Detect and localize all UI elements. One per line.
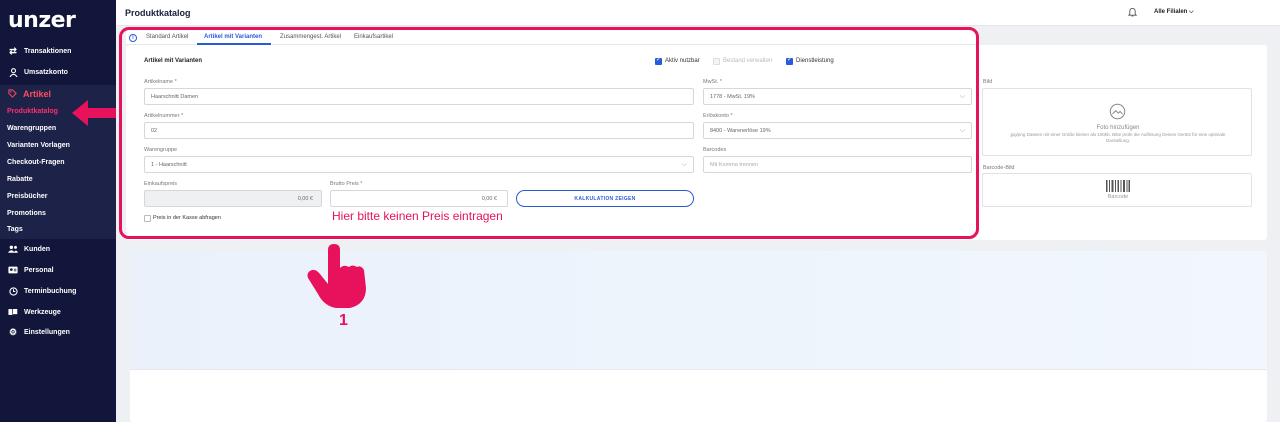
top-bar: Produktkatalog Alle Filialen ⌵	[116, 0, 1280, 26]
image-placeholder-icon	[1109, 103, 1126, 120]
barcode-text: Barcode	[1107, 194, 1129, 200]
sidebar-item-terminbuchung[interactable]: Terminbuchung	[0, 282, 116, 300]
sidebar-subitem-promotions[interactable]: Promotions	[7, 210, 46, 217]
sidebar-item-transaktionen[interactable]: ⇄ Transaktionen	[0, 42, 116, 60]
bild-hint: jpg/png Dateien mit einer Größe kleiner …	[1010, 132, 1226, 143]
barcode-icon	[1106, 180, 1130, 192]
barcode-bild-label: Barcode-Bild	[983, 165, 1015, 171]
customers-icon	[8, 244, 18, 254]
sidebar-item-label: Personal	[24, 266, 54, 274]
arrow-left-icon	[72, 100, 116, 126]
sidebar-item-einstellungen[interactable]: ⚙ Einstellungen	[0, 323, 116, 341]
sidebar-item-label: Umsatzkonto	[24, 68, 68, 76]
sidebar-item-label: Werkzeuge	[24, 308, 61, 316]
gear-icon: ⚙	[8, 326, 18, 337]
barcode-bild-area[interactable]: Barcode	[982, 173, 1252, 207]
sidebar-subitem-tags[interactable]: Tags	[7, 226, 23, 233]
sidebar-item-personal[interactable]: Personal	[0, 261, 116, 279]
pointing-hand-icon	[307, 244, 366, 308]
sidebar-item-label: Artikel	[23, 89, 52, 99]
clock-icon	[8, 286, 18, 296]
user-icon	[8, 67, 18, 77]
sidebar-subitem-varianten-vorlagen[interactable]: Varianten Vorlagen	[7, 142, 70, 149]
bell-icon[interactable]	[1127, 7, 1138, 19]
bild-title: Foto hinzufügen	[1096, 125, 1140, 131]
annotation-text: Hier bitte keinen Preis eintragen	[332, 209, 503, 223]
bild-label: Bild	[983, 79, 993, 85]
transactions-icon: ⇄	[9, 45, 17, 56]
sidebar-subitem-warengruppen[interactable]: Warengruppen	[7, 125, 56, 132]
sidebar-item-werkzeuge[interactable]: Werkzeuge	[0, 303, 116, 321]
loading-area	[130, 251, 1267, 369]
step-number: 1	[339, 312, 348, 329]
sidebar-item-umsatzkonto[interactable]: Umsatzkonto	[0, 63, 116, 81]
sidebar-subitem-preisbuecher[interactable]: Preisbücher	[7, 193, 47, 200]
sidebar-subitem-rabatte[interactable]: Rabatte	[7, 176, 33, 183]
sidebar-subitem-checkout-fragen[interactable]: Checkout-Fragen	[7, 159, 65, 166]
tools-icon	[8, 307, 18, 317]
id-card-icon	[8, 265, 18, 275]
bild-upload-area[interactable]: Foto hinzufügen jpg/png Dateien mit eine…	[982, 88, 1252, 156]
sidebar-item-label: Terminbuchung	[24, 287, 77, 295]
sidebar-item-label: Kunden	[24, 245, 51, 253]
sidebar-subitem-produktkatalog[interactable]: Produktkatalog	[7, 108, 58, 115]
sidebar-item-label: Transaktionen	[24, 47, 72, 55]
tag-icon	[8, 88, 17, 100]
sidebar-item-label: Einstellungen	[24, 328, 70, 336]
sidebar-item-kunden[interactable]: Kunden	[0, 240, 116, 258]
divider	[130, 369, 1267, 370]
unzer-logo: unzer	[8, 8, 76, 33]
annotation-highlight-frame	[119, 27, 979, 239]
branch-selector[interactable]: Alle Filialen ⌵	[1154, 9, 1194, 16]
sidebar: unzer ⇄ Transaktionen Umsatzkonto Artike…	[0, 0, 116, 422]
page-title: Produktkatalog	[125, 8, 191, 18]
lower-content-card	[130, 251, 1267, 422]
